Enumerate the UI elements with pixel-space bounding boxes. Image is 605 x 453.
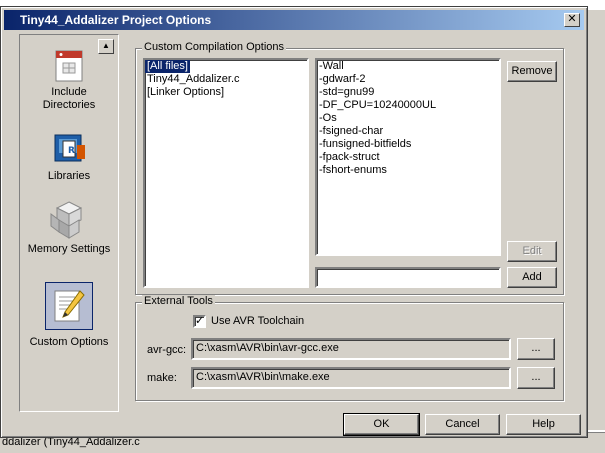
list-item[interactable]: -DF_CPU=10240000UL	[317, 99, 499, 112]
options-category-bar: ▲ Include Directories R Libraries Memory…	[19, 34, 119, 412]
list-item[interactable]: Tiny44_Addalizer.c	[145, 73, 307, 86]
category-libraries[interactable]: R Libraries	[26, 131, 112, 183]
selected-highlight	[45, 282, 93, 330]
use-avr-toolchain-label: Use AVR Toolchain	[211, 315, 305, 327]
group-label: Custom Compilation Options	[142, 41, 287, 53]
libraries-icon: R	[54, 134, 85, 162]
custom-options-icon	[54, 290, 85, 322]
memory-settings-icon	[50, 201, 83, 239]
cancel-button[interactable]: Cancel	[425, 414, 500, 435]
category-custom-options[interactable]: Custom Options	[26, 282, 112, 349]
custom-compilation-group: Custom Compilation Options [All files] T…	[135, 41, 564, 295]
dialog-title: Tiny44_Addalizer Project Options	[20, 13, 212, 27]
include-directories-icon	[55, 50, 83, 82]
new-option-input[interactable]	[315, 267, 501, 288]
options-list[interactable]: -Wall -gdwarf-2 -std=gnu99 -DF_CPU=10240…	[315, 58, 501, 256]
avr-gcc-label: avr-gcc:	[147, 344, 187, 356]
file-list[interactable]: [All files] Tiny44_Addalizer.c [Linker O…	[143, 58, 309, 288]
title-bar[interactable]: Tiny44_Addalizer Project Options ✕	[4, 10, 584, 30]
category-label: Memory Settings	[27, 243, 111, 255]
list-item[interactable]: -Os	[317, 112, 499, 125]
help-button[interactable]: Help	[506, 414, 581, 435]
list-item[interactable]: -fshort-enums	[317, 164, 499, 177]
remove-button[interactable]: Remove	[507, 61, 557, 82]
category-include-directories[interactable]: Include Directories	[26, 47, 112, 112]
list-item[interactable]: -fpack-struct	[317, 151, 499, 164]
list-item[interactable]: -gdwarf-2	[317, 73, 499, 86]
svg-text:R: R	[68, 146, 75, 156]
list-item[interactable]: [Linker Options]	[145, 86, 307, 99]
edit-button[interactable]: Edit	[507, 241, 557, 262]
external-tools-group: External Tools ✓ Use AVR Toolchain avr-g…	[135, 295, 564, 401]
add-button[interactable]: Add	[507, 267, 557, 288]
use-avr-toolchain-checkbox[interactable]: ✓	[193, 315, 206, 328]
browse-avr-gcc-button[interactable]: ...	[517, 338, 555, 360]
ok-button[interactable]: OK	[343, 413, 420, 436]
make-path-field[interactable]: C:\xasm\AVR\bin\make.exe	[191, 367, 511, 389]
list-item[interactable]: -Wall	[317, 60, 499, 73]
browse-make-button[interactable]: ...	[517, 367, 555, 389]
avr-gcc-path-field[interactable]: C:\xasm\AVR\bin\avr-gcc.exe	[191, 338, 511, 360]
group-label: External Tools	[142, 295, 215, 307]
list-item[interactable]: -fsigned-char	[317, 125, 499, 138]
category-label: Include Directories	[42, 86, 96, 111]
make-label: make:	[147, 372, 177, 384]
category-memory-settings[interactable]: Memory Settings	[26, 200, 112, 256]
category-label: Custom Options	[29, 336, 109, 348]
close-button[interactable]: ✕	[564, 13, 580, 27]
list-item[interactable]: -std=gnu99	[317, 86, 499, 99]
close-icon: ✕	[567, 13, 577, 25]
list-item[interactable]: [All files]	[145, 60, 190, 73]
background-scrollbar	[586, 10, 605, 430]
project-options-dialog: Tiny44_Addalizer Project Options ✕ ▲ Inc…	[0, 6, 588, 438]
checkmark-icon: ✓	[195, 315, 205, 327]
category-label: Libraries	[47, 170, 91, 182]
list-item[interactable]: -funsigned-bitfields	[317, 138, 499, 151]
